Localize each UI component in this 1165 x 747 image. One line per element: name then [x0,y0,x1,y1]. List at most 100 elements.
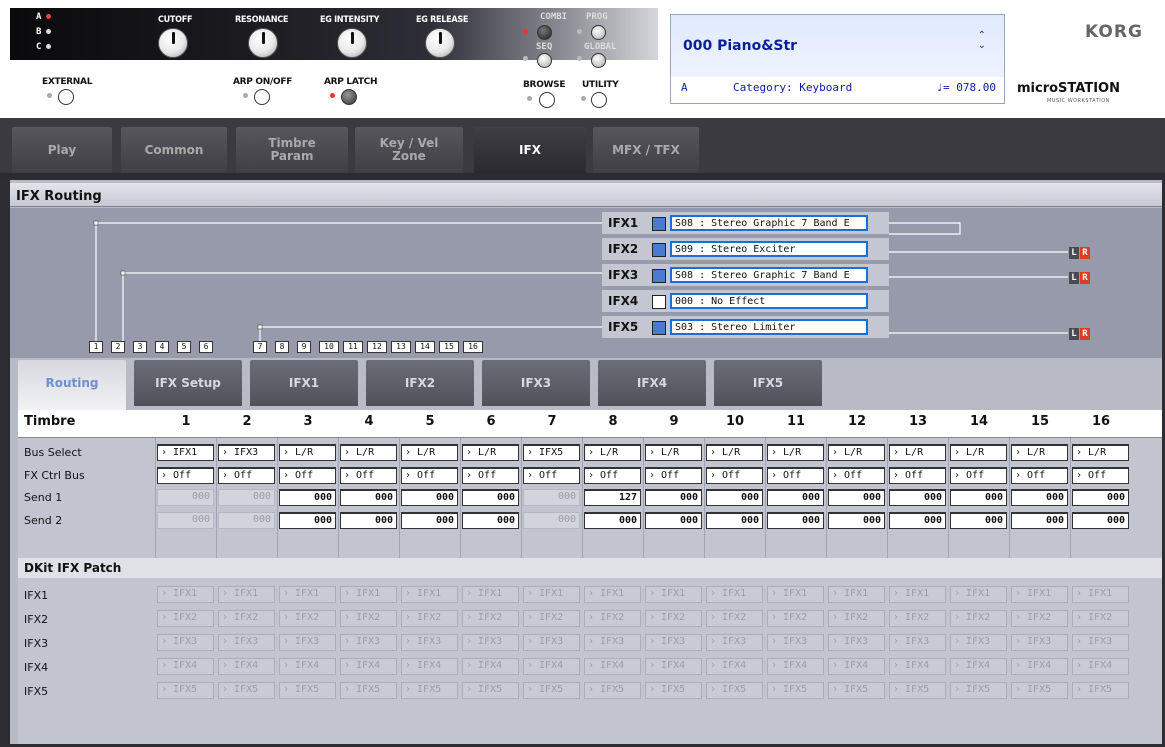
send2-cell[interactable]: 000 [767,512,824,529]
bus-select-cell[interactable]: › IFX1 [157,444,214,461]
tab-mfx-tfx[interactable]: MFX / TFX [593,127,699,173]
send1-cell[interactable]: 000 [950,489,1007,506]
timbre-button-3[interactable]: 3 [133,341,147,353]
ifx3-effect-select[interactable]: S08 : Stereo Graphic 7 Band E [670,267,868,283]
eg-release-knob[interactable] [425,28,455,58]
bus-select-cell[interactable]: › L/R [279,444,336,461]
fx-ctrl-bus-cell[interactable]: › Off [523,467,580,484]
program-name[interactable]: 000 Piano&Str [683,38,797,54]
bus-select-cell[interactable]: › L/R [950,444,1007,461]
send2-cell[interactable]: 000 [889,512,946,529]
timbre-button-4[interactable]: 4 [155,341,169,353]
tab-timbre-param[interactable]: Timbre Param [236,127,348,173]
send2-cell[interactable]: 000 [584,512,641,529]
utility-button[interactable] [591,92,607,108]
fx-ctrl-bus-cell[interactable]: › Off [157,467,214,484]
ifx5-on-checkbox[interactable] [652,321,666,335]
subtab-ifx3[interactable]: IFX3 [482,360,590,406]
ifx2-on-checkbox[interactable] [652,243,666,257]
send2-cell[interactable]: 000 [645,512,702,529]
timbre-button-6[interactable]: 6 [199,341,213,353]
timbre-button-7[interactable]: 7 [253,341,267,353]
eg-intensity-knob[interactable] [337,28,367,58]
send2-cell[interactable]: 000 [340,512,397,529]
send1-cell[interactable]: 000 [767,489,824,506]
seq-button[interactable] [537,53,552,68]
bus-select-cell[interactable]: › L/R [828,444,885,461]
timbre-button-8[interactable]: 8 [275,341,289,353]
ifx4-effect-select[interactable]: 000 : No Effect [670,293,868,309]
ifx2-effect-select[interactable]: S09 : Stereo Exciter [670,241,868,257]
combi-button[interactable] [537,25,552,40]
timbre-button-15[interactable]: 15 [439,341,459,353]
timbre-button-12[interactable]: 12 [367,341,387,353]
tab-ifx[interactable]: IFX [474,127,586,173]
tab-key-vel-zone[interactable]: Key / Vel Zone [355,127,463,173]
arp-latch-button[interactable] [341,89,357,105]
bus-select-cell[interactable]: › IFX5 [523,444,580,461]
global-button[interactable] [591,53,606,68]
external-button[interactable] [58,89,74,105]
fx-ctrl-bus-cell[interactable]: › Off [1011,467,1068,484]
fx-ctrl-bus-cell[interactable]: › Off [767,467,824,484]
bus-select-cell[interactable]: › L/R [462,444,519,461]
fx-ctrl-bus-cell[interactable]: › Off [645,467,702,484]
bus-select-cell[interactable]: › L/R [645,444,702,461]
timbre-button-14[interactable]: 14 [415,341,435,353]
arp-onoff-button[interactable] [254,89,270,105]
bus-select-cell[interactable]: › L/R [889,444,946,461]
send2-cell[interactable]: 000 [462,512,519,529]
send2-cell[interactable]: 000 [279,512,336,529]
subtab-ifx-setup[interactable]: IFX Setup [134,360,242,406]
bus-select-cell[interactable]: › IFX3 [218,444,275,461]
fx-ctrl-bus-cell[interactable]: › Off [218,467,275,484]
fx-ctrl-bus-cell[interactable]: › Off [828,467,885,484]
timbre-button-13[interactable]: 13 [391,341,411,353]
fx-ctrl-bus-cell[interactable]: › Off [340,467,397,484]
ifx1-effect-select[interactable]: S08 : Stereo Graphic 7 Band E [670,215,868,231]
fx-ctrl-bus-cell[interactable]: › Off [1072,467,1129,484]
timbre-button-5[interactable]: 5 [177,341,191,353]
bus-select-cell[interactable]: › L/R [706,444,763,461]
fx-ctrl-bus-cell[interactable]: › Off [401,467,458,484]
tab-common[interactable]: Common [121,127,227,173]
timbre-button-11[interactable]: 11 [343,341,363,353]
send1-cell[interactable]: 000 [889,489,946,506]
send1-cell[interactable]: 000 [462,489,519,506]
send1-cell[interactable]: 000 [1072,489,1129,506]
fx-ctrl-bus-cell[interactable]: › Off [584,467,641,484]
subtab-ifx2[interactable]: IFX2 [366,360,474,406]
subtab-ifx4[interactable]: IFX4 [598,360,706,406]
program-up-down-icon[interactable]: ⌃ ⌄ [978,31,986,51]
send2-cell[interactable]: 000 [950,512,1007,529]
send2-cell[interactable]: 000 [401,512,458,529]
ifx4-on-checkbox[interactable] [652,295,666,309]
timbre-button-9[interactable]: 9 [297,341,311,353]
ifx3-on-checkbox[interactable] [652,269,666,283]
send1-cell[interactable]: 000 [401,489,458,506]
subtab-ifx5[interactable]: IFX5 [714,360,822,406]
timbre-button-2[interactable]: 2 [111,341,125,353]
fx-ctrl-bus-cell[interactable]: › Off [889,467,946,484]
send1-cell[interactable]: 000 [340,489,397,506]
bus-select-cell[interactable]: › L/R [1072,444,1129,461]
send1-cell[interactable]: 000 [828,489,885,506]
send1-cell[interactable]: 127 [584,489,641,506]
send2-cell[interactable]: 000 [1011,512,1068,529]
send1-cell[interactable]: 000 [279,489,336,506]
timbre-button-1[interactable]: 1 [89,341,103,353]
bus-select-cell[interactable]: › L/R [767,444,824,461]
send2-cell[interactable]: 000 [706,512,763,529]
lcd-tempo[interactable]: ♩= 078.00 [936,81,996,94]
bus-select-cell[interactable]: › L/R [1011,444,1068,461]
bus-select-cell[interactable]: › L/R [340,444,397,461]
send1-cell[interactable]: 000 [1011,489,1068,506]
browse-button[interactable] [539,92,555,108]
resonance-knob[interactable] [248,28,278,58]
cutoff-knob[interactable] [158,28,188,58]
send2-cell[interactable]: 000 [1072,512,1129,529]
timbre-button-16[interactable]: 16 [463,341,483,353]
subtab-routing[interactable]: Routing [18,360,126,412]
fx-ctrl-bus-cell[interactable]: › Off [279,467,336,484]
ifx1-on-checkbox[interactable] [652,217,666,231]
